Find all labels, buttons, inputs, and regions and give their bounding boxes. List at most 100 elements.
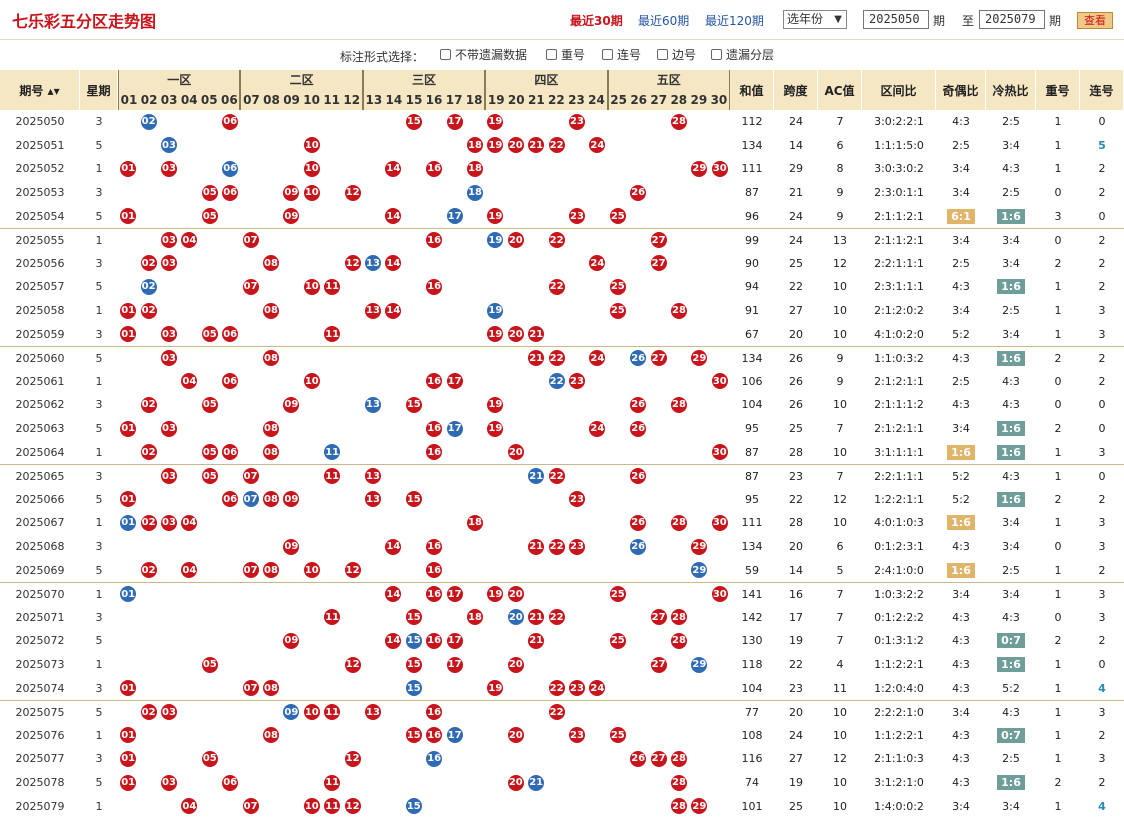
stat-cell-8: 3 [1080,299,1124,323]
drawn-number-ball: 03 [160,514,177,531]
drawn-number-ball: 04 [181,798,198,815]
drawn-number-ball: 09 [283,491,300,508]
drawn-number-ball: 13 [364,302,381,319]
number-cell [200,771,220,795]
to-period-input[interactable]: 2025079 [979,10,1045,29]
stat-value: 21 [789,186,803,200]
stat-value: 1:2:0:4:0 [874,681,924,695]
stat-cell-6: 1:6 [986,417,1036,441]
number-cell [608,229,628,252]
stat-value: 111 [741,162,763,176]
drawn-number-ball: 06 [222,774,239,791]
number-cell [444,275,464,299]
option-repeat[interactable]: 重号 [546,46,585,63]
number-cell [526,393,546,417]
number-cell [526,701,546,724]
number-cell: 29 [689,653,709,677]
from-period-input[interactable]: 2025050 [863,10,929,29]
number-cell [444,747,464,771]
number-cell: 21 [526,134,546,158]
table-row: 2025075 5 02 03 09 10 11 13 16 22 77 20 10 2:2:2:1:0 3… [0,700,1124,724]
zone-name: 四区 [534,73,559,87]
number-cell [138,322,158,346]
stat-cell-7: 2 [1036,347,1080,370]
drawn-number-ball: 17 [446,632,463,649]
number-cell: 14 [383,629,403,653]
period-cell: 2025058 [15,304,65,318]
stat-cell-7: 0 [1036,393,1080,417]
number-cell [567,771,587,795]
stat-cell-7: 0 [1036,229,1080,252]
stat-cell-3: 12 [818,747,862,771]
stat-cell-8: 2 [1080,181,1124,205]
checkbox[interactable] [657,49,668,60]
checkbox[interactable] [440,49,451,60]
recent-60-link[interactable]: 最近60期 [638,12,689,29]
number-cell [383,511,403,535]
recent-30-link[interactable]: 最近30期 [570,12,623,29]
number-cell: 09 [281,393,301,417]
recent-120-link[interactable]: 最近120期 [705,12,764,29]
option-edge[interactable]: 边号 [657,46,696,63]
stat-value: 24 [789,728,803,742]
stat-value: 1:0:3:2:2 [874,587,924,601]
drawn-number-ball: 22 [548,680,565,697]
number-cell [648,417,668,441]
option-layered[interactable]: 遗漏分层 [711,46,774,63]
view-button[interactable]: 查看 [1077,12,1113,29]
number-cell [200,275,220,299]
number-cell [302,204,322,228]
drawn-number-ball: 24 [589,350,606,367]
number-cell: 27 [648,347,668,370]
number-cell [669,676,689,700]
option-consecutive[interactable]: 连号 [602,46,641,63]
period-header[interactable]: 期号 ▴▾ [0,70,80,110]
stat-cell-6: 2:5 [986,299,1036,323]
number-cell [424,181,444,205]
stat-value: 2 [1098,492,1106,506]
number-cell [220,511,240,535]
drawn-number-ball: 26 [630,420,647,437]
number-cell: 21 [526,535,546,559]
drawn-number-ball: 25 [609,727,626,744]
number-cell [587,465,607,488]
drawn-number-ball: 08 [262,491,279,508]
number-cell: 11 [322,440,342,464]
option-no-missing[interactable]: 不带遗漏数据 [440,46,527,63]
number-cell [200,157,220,181]
number-cell [138,134,158,158]
checkbox[interactable] [711,49,722,60]
stat-cell-4: 3:0:2:2:1 [862,110,936,134]
number-cell: 26 [628,465,648,488]
checkbox[interactable] [602,49,613,60]
number-cell: 06 [220,440,240,464]
stat-value: 3:4 [952,587,970,601]
number-cell: 27 [648,606,668,630]
number-cell: 22 [546,465,566,488]
stat-value: 4:3 [1002,469,1020,483]
number-cell: 02 [138,275,158,299]
number-cell: 20 [506,440,526,464]
stat-value: 9 [836,186,844,200]
number-cell [159,393,179,417]
stat-value: 134 [741,540,763,554]
number-cell [240,440,260,464]
number-cell [526,440,546,464]
number-cell [118,629,138,653]
number-cell: 01 [118,322,138,346]
number-cell [506,393,526,417]
drawn-number-ball: 06 [222,491,239,508]
number-cell [200,606,220,630]
drawn-number-ball: 11 [324,326,341,343]
number-cell [179,465,199,488]
drawn-number-ball: 05 [201,656,218,673]
drawn-number-ball: 10 [303,704,320,721]
number-cell: 08 [261,488,281,512]
stat-value: 0 [1054,398,1062,412]
number-cell [302,440,322,464]
number-cell [444,794,464,818]
stat-cell-2: 24 [774,204,818,228]
year-select[interactable]: 选年份 ▼ [783,10,847,29]
checkbox[interactable] [546,49,557,60]
stat-value: 3:4 [1002,327,1020,341]
